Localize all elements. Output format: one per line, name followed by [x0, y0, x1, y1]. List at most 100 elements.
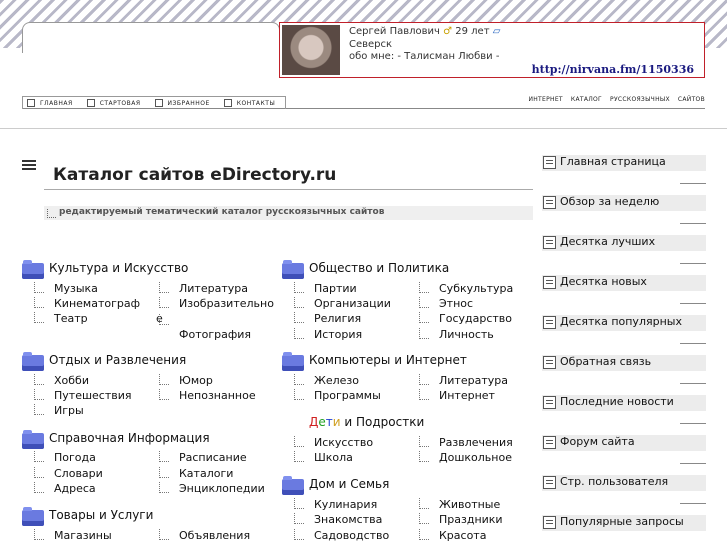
- profile-about: обо мне: - Талисман Любви -: [349, 51, 500, 62]
- subcategory-link[interactable]: Садоводство: [294, 529, 389, 542]
- subcategory-link[interactable]: Субкультура: [419, 282, 513, 295]
- star-icon: [154, 99, 163, 107]
- tagline-word: РУССКОЯЗЫЧНЫХ: [610, 96, 670, 103]
- category-title[interactable]: Общество и Политика: [309, 261, 449, 275]
- home-icon: [27, 99, 35, 107]
- nav-contacts-label: КОНТАКТЫ: [236, 99, 276, 107]
- subcategory-link[interactable]: Объявления: [159, 529, 250, 542]
- header-tab: [22, 22, 280, 53]
- subcategory-link[interactable]: Игры: [34, 404, 84, 417]
- folder-icon: [22, 352, 44, 371]
- sidebar-item-feedback[interactable]: Обратная связь: [542, 355, 706, 384]
- profile-name-line: Сергей Павлович ♂ 29 лет ▱: [349, 26, 500, 37]
- category-title[interactable]: Культура и Искусство: [49, 261, 188, 275]
- subcategory-link[interactable]: Дошкольное: [419, 451, 512, 464]
- subcategory-link[interactable]: Кинематограф: [34, 297, 140, 310]
- subcategory-link[interactable]: Интернет: [419, 389, 495, 402]
- subcategory-link[interactable]: Красота: [419, 529, 486, 542]
- subcategory-link[interactable]: Школа: [294, 451, 353, 464]
- subcategory-link[interactable]: Программы: [294, 389, 381, 402]
- profile-name[interactable]: Сергей Павлович: [349, 26, 440, 37]
- category-title[interactable]: Товары и Услуги: [49, 508, 153, 522]
- subcategory-link[interactable]: Словари: [34, 467, 103, 480]
- subcategory-link[interactable]: Кулинария: [294, 498, 377, 511]
- subcategory-link[interactable]: Адреса: [34, 482, 96, 495]
- subcategory-link[interactable]: Погода: [34, 451, 96, 464]
- nav-contacts[interactable]: КОНТАКТЫ: [220, 97, 285, 109]
- list-icon: [22, 160, 36, 174]
- subcategory-link[interactable]: Этнос: [419, 297, 473, 310]
- subcategory-link[interactable]: Изобразительно: [159, 297, 274, 310]
- subcategory-link[interactable]: Знакомства: [294, 513, 382, 526]
- category-title[interactable]: Справочная Информация: [49, 431, 210, 445]
- sidebar-item-home[interactable]: Главная страница: [542, 155, 706, 184]
- subcategory-link[interactable]: Непознанное: [159, 389, 256, 402]
- subcategory-link[interactable]: Животные: [419, 498, 500, 511]
- subcategory-link[interactable]: Праздники: [419, 513, 503, 526]
- male-icon: ♂: [443, 26, 453, 37]
- sidebar-item-week[interactable]: Обзор за неделю: [542, 195, 706, 224]
- feedback-icon: [543, 356, 556, 369]
- category-title[interactable]: Дом и Семья: [309, 477, 389, 491]
- subcategory-link[interactable]: Путешествия: [34, 389, 132, 402]
- folder-icon: [22, 507, 44, 526]
- category-title[interactable]: Компьютеры и Интернет: [309, 353, 467, 367]
- subcategory-link[interactable]: Партии: [294, 282, 357, 295]
- top-icon: [543, 236, 556, 249]
- sidebar-item-top[interactable]: Десятка лучших: [542, 235, 706, 264]
- subcategory-link[interactable]: Искусство: [294, 436, 373, 449]
- avatar[interactable]: [282, 25, 340, 75]
- profile-age: 29 лет: [455, 26, 490, 37]
- subcategory-link[interactable]: Государство: [419, 312, 512, 325]
- subcategory-link[interactable]: Железо: [294, 374, 359, 387]
- category-title[interactable]: Дети и Подростки: [309, 415, 424, 429]
- folder-icon: [22, 260, 44, 279]
- nav-favorites-label: ИЗБРАННОЕ: [167, 99, 210, 107]
- sidebar-item-news[interactable]: Последние новости: [542, 395, 706, 424]
- header-tagline: ИНТЕРНЕТ КАТАЛОГ РУССКОЯЗЫЧНЫХ САЙТОВ: [528, 96, 705, 103]
- subcategory-link[interactable]: История: [294, 328, 362, 341]
- subcategory-link[interactable]: Фотография: [159, 314, 251, 341]
- tagline-word: КАТАЛОГ: [570, 96, 603, 103]
- home-icon: [543, 156, 556, 169]
- nav-start-label: СТАРТОВАЯ: [99, 99, 141, 107]
- subcategory-link[interactable]: Хобби: [34, 374, 89, 387]
- subcategory-link[interactable]: Магазины: [34, 529, 112, 542]
- profile-card[interactable]: Сергей Павлович ♂ 29 лет ▱ Северск обо м…: [279, 22, 705, 78]
- subcategory-link[interactable]: Религия: [294, 312, 361, 325]
- page-title: Каталог сайтов eDirectory.ru: [44, 165, 533, 190]
- subcategory-link[interactable]: Развлечения: [419, 436, 513, 449]
- contacts-icon: [223, 99, 232, 107]
- subcategory-link[interactable]: Юмор: [159, 374, 213, 387]
- popular-icon: [543, 316, 556, 329]
- subcategory-link[interactable]: Личность: [419, 328, 494, 341]
- subcategory-link[interactable]: Литература: [159, 282, 248, 295]
- profile-url[interactable]: http://nirvana.fm/1150336: [532, 63, 694, 76]
- nav-start[interactable]: СТАРТОВАЯ: [83, 97, 151, 109]
- profile-city: Северск: [349, 39, 393, 50]
- sidebar-item-queries[interactable]: Популярные запросы: [542, 515, 706, 531]
- nav-home-label: ГЛАВНАЯ: [40, 99, 73, 107]
- news-icon: [543, 396, 556, 409]
- subcategory-link[interactable]: Каталоги: [159, 467, 233, 480]
- main-menu: ГЛАВНАЯ СТАРТОВАЯ ИЗБРАННОЕ КОНТАКТЫ: [22, 96, 287, 109]
- nav-favorites[interactable]: ИЗБРАННОЕ: [151, 97, 220, 109]
- sidebar-item-user[interactable]: Стр. пользователя: [542, 475, 706, 504]
- subcategory-link[interactable]: Расписание: [159, 451, 247, 464]
- sidebar-item-new[interactable]: Десятка новых: [542, 275, 706, 304]
- subcategory-link[interactable]: Литература: [419, 374, 508, 387]
- page-subtitle: редактируемый тематический каталог русск…: [44, 206, 533, 220]
- subcategory-link[interactable]: Театр: [34, 312, 88, 325]
- subcategory-link[interactable]: Музыка: [34, 282, 98, 295]
- sidebar-item-popular[interactable]: Десятка популярных: [542, 315, 706, 344]
- subcategory-link[interactable]: Энциклопедии: [159, 482, 265, 495]
- bullet-icon: [47, 209, 56, 218]
- week-icon: [543, 196, 556, 209]
- nav-home[interactable]: ГЛАВНАЯ: [23, 97, 83, 109]
- subcategory-link[interactable]: Организации: [294, 297, 391, 310]
- sidebar-item-forum[interactable]: Форум сайта: [542, 435, 706, 464]
- new-icon: [543, 276, 556, 289]
- search-icon: [543, 516, 556, 529]
- folder-icon: [22, 430, 44, 449]
- category-title[interactable]: Отдых и Развлечения: [49, 353, 186, 367]
